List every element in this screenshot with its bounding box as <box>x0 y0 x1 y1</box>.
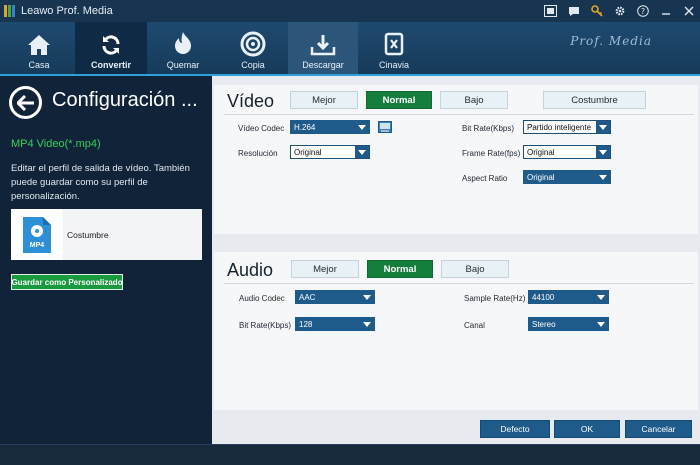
back-arrow-icon <box>16 94 34 111</box>
nav-label: Casa <box>28 60 50 70</box>
ok-button[interactable]: OK <box>554 420 620 438</box>
nav-item-descargar[interactable]: Descargar <box>288 22 358 74</box>
video-section-title: Vídeo <box>227 91 275 111</box>
app-window: Leawo Prof. Media ? Casa Convertir Quema… <box>0 0 700 465</box>
video-bitrate-label: Bit Rate(Kbps) <box>462 124 515 133</box>
channel-label: Canal <box>464 321 485 330</box>
audio-preset-mejor[interactable]: Mejor <box>291 260 359 278</box>
chevron-down-icon <box>596 121 610 133</box>
nav-item-quemar[interactable]: Quemar <box>147 22 219 74</box>
audio-codec-value: AAC <box>299 292 316 302</box>
audio-section-title: Audio <box>227 260 274 280</box>
nav-item-cinavia[interactable]: Cinavia <box>358 22 430 74</box>
resolution-value: Original <box>294 147 322 157</box>
burn-icon <box>175 32 191 54</box>
channel-select[interactable]: Stereo <box>528 317 609 331</box>
framerate-value: Original <box>527 147 555 157</box>
save-custom-button[interactable]: Guardar como Personalizado <box>11 274 123 290</box>
gear-icon[interactable] <box>608 0 631 22</box>
audio-codec-label: Audio Codec <box>239 294 285 303</box>
main-nav: Casa Convertir Quemar Copia Descargar Ci… <box>0 22 700 74</box>
sample-rate-select[interactable]: 44100 <box>528 290 609 304</box>
aspect-ratio-value: Original <box>527 172 555 182</box>
chevron-down-icon <box>355 146 369 158</box>
chevron-down-icon <box>596 146 610 158</box>
audio-preset-bajo[interactable]: Bajo <box>441 260 509 278</box>
audio-divider <box>224 283 694 284</box>
nav-item-casa[interactable]: Casa <box>3 22 75 74</box>
title-bar: Leawo Prof. Media ? <box>0 0 700 22</box>
video-bitrate-select[interactable]: Partido inteligente <box>523 120 611 134</box>
profile-card[interactable]: MP4 Costumbre <box>11 209 202 260</box>
codec-settings-icon[interactable] <box>378 121 392 133</box>
app-logo-icon <box>4 5 16 17</box>
key-icon[interactable] <box>585 0 608 22</box>
video-divider <box>224 114 694 115</box>
status-bar <box>0 444 700 465</box>
nav-item-convertir[interactable]: Convertir <box>75 22 147 74</box>
chevron-down-icon <box>360 291 374 303</box>
video-preset-bajo[interactable]: Bajo <box>440 91 508 109</box>
svg-text:?: ? <box>640 7 644 16</box>
audio-bitrate-value: 128 <box>299 319 313 329</box>
nav-label: Descargar <box>302 60 344 70</box>
nav-label: Copia <box>241 60 265 70</box>
cinavia-icon <box>384 32 404 56</box>
register-icon[interactable] <box>539 0 562 22</box>
video-bitrate-value: Partido inteligente <box>527 122 592 132</box>
video-preset-normal[interactable]: Normal <box>366 91 432 109</box>
sample-rate-value: 44100 <box>532 292 555 302</box>
description-text: Editar el perfil de salida de vídeo. Tam… <box>11 163 190 202</box>
chevron-down-icon <box>355 121 369 133</box>
mp4-file-icon: MP4 <box>11 209 63 260</box>
audio-bitrate-label: Bit Rate(Kbps) <box>239 321 292 330</box>
nav-label: Convertir <box>90 60 131 70</box>
brand-logo: Prof. Media <box>570 34 652 48</box>
audio-bitrate-select[interactable]: 128 <box>295 317 375 331</box>
help-icon[interactable]: ? <box>631 0 654 22</box>
home-icon <box>28 35 50 55</box>
video-preset-costumbre[interactable]: Costumbre <box>543 91 646 109</box>
minimize-icon[interactable] <box>654 0 677 22</box>
audio-preset-normal[interactable]: Normal <box>367 260 433 278</box>
channel-value: Stereo <box>532 319 556 329</box>
video-codec-select[interactable]: H.264 <box>290 120 370 134</box>
resolution-label: Resolución <box>238 149 278 158</box>
chevron-down-icon <box>596 171 610 183</box>
window-title: Leawo Prof. Media <box>21 5 113 17</box>
aspect-ratio-select[interactable]: Original <box>523 170 611 184</box>
chevron-down-icon <box>360 318 374 330</box>
default-button[interactable]: Defecto <box>480 420 550 438</box>
nav-item-copia[interactable]: Copia <box>217 22 289 74</box>
framerate-select[interactable]: Original <box>523 145 611 159</box>
resolution-select[interactable]: Original <box>290 145 370 159</box>
video-section: Vídeo Mejor Normal Bajo Costumbre Vídeo … <box>214 85 698 234</box>
format-name: MP4 Video(*.mp4) <box>11 138 101 150</box>
chevron-down-icon <box>594 318 608 330</box>
thumb-label: MP4 <box>30 242 45 249</box>
page-title: Configuración ... <box>52 89 198 111</box>
window-controls: ? <box>539 0 700 22</box>
video-preset-mejor[interactable]: Mejor <box>290 91 358 109</box>
nav-label: Cinavia <box>378 60 409 70</box>
close-icon[interactable] <box>677 0 700 22</box>
video-codec-label: Vídeo Codec <box>238 124 285 133</box>
settings-panel: Vídeo Mejor Normal Bajo Costumbre Vídeo … <box>212 76 700 444</box>
copy-disc-icon <box>240 31 266 57</box>
nav-label: Quemar <box>166 60 200 70</box>
cancel-button[interactable]: Cancelar <box>625 420 692 438</box>
aspect-ratio-label: Aspect Ratio <box>462 174 508 183</box>
audio-codec-select[interactable]: AAC <box>295 290 375 304</box>
left-panel: Configuración ... MP4 Video(*.mp4) Edita… <box>0 76 212 444</box>
video-codec-value: H.264 <box>294 122 316 132</box>
chevron-down-icon <box>594 291 608 303</box>
chat-icon[interactable] <box>562 0 585 22</box>
back-button[interactable] <box>9 86 42 119</box>
convert-icon <box>102 35 120 55</box>
sample-rate-label: Sample Rate(Hz) <box>464 294 526 303</box>
audio-section: Audio Mejor Normal Bajo Audio Codec AAC … <box>214 252 698 410</box>
profile-name: Costumbre <box>67 229 109 240</box>
framerate-label: Frame Rate(fps) <box>462 149 521 158</box>
download-icon <box>310 35 336 56</box>
